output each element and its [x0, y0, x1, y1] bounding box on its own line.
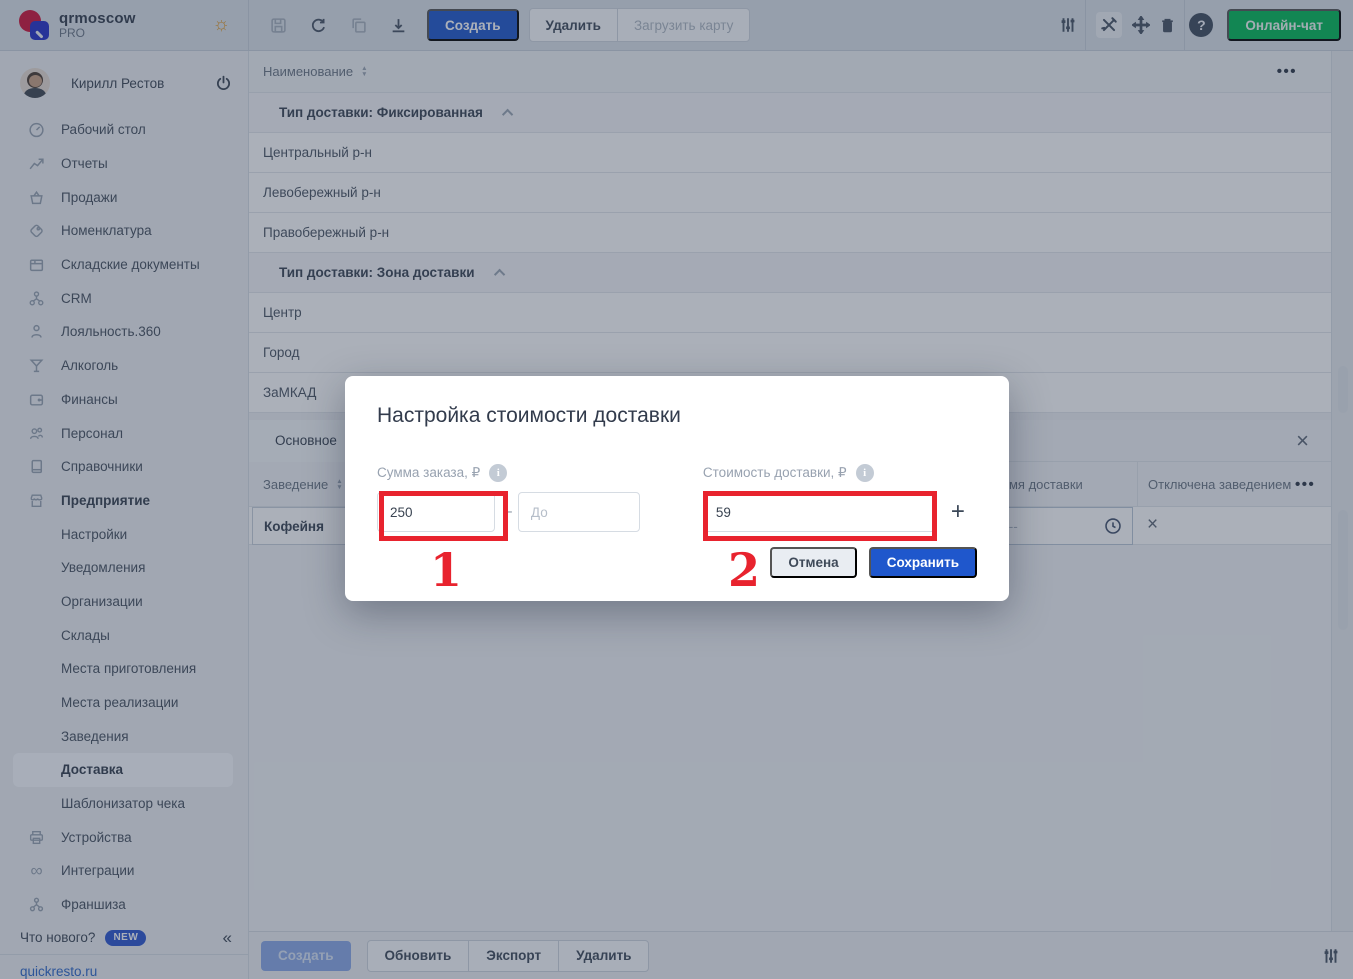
- range-dash: –: [503, 503, 512, 521]
- add-range-plus-icon[interactable]: +: [951, 500, 965, 524]
- info-icon[interactable]: i: [856, 464, 874, 482]
- info-icon[interactable]: i: [489, 464, 507, 482]
- delivery-cost-modal: Настройка стоимости доставки Сумма заказ…: [345, 376, 1009, 601]
- modal-actions: Отмена Сохранить: [770, 547, 977, 578]
- order-sum-to-input[interactable]: [518, 492, 640, 532]
- order-sum-field: Сумма заказа, ₽ i –: [377, 464, 640, 532]
- modal-title: Настройка стоимости доставки: [377, 404, 977, 428]
- order-sum-from-input[interactable]: [377, 492, 495, 532]
- delivery-cost-input[interactable]: [703, 492, 935, 532]
- cancel-button[interactable]: Отмена: [770, 547, 856, 578]
- delivery-cost-field: Стоимость доставки, ₽ i +: [703, 464, 965, 532]
- order-sum-label: Сумма заказа, ₽ i: [377, 464, 640, 482]
- save-button[interactable]: Сохранить: [869, 547, 977, 578]
- delivery-cost-label: Стоимость доставки, ₽ i: [703, 464, 965, 482]
- modal-fields: Сумма заказа, ₽ i – Стоимость доставки, …: [377, 464, 977, 532]
